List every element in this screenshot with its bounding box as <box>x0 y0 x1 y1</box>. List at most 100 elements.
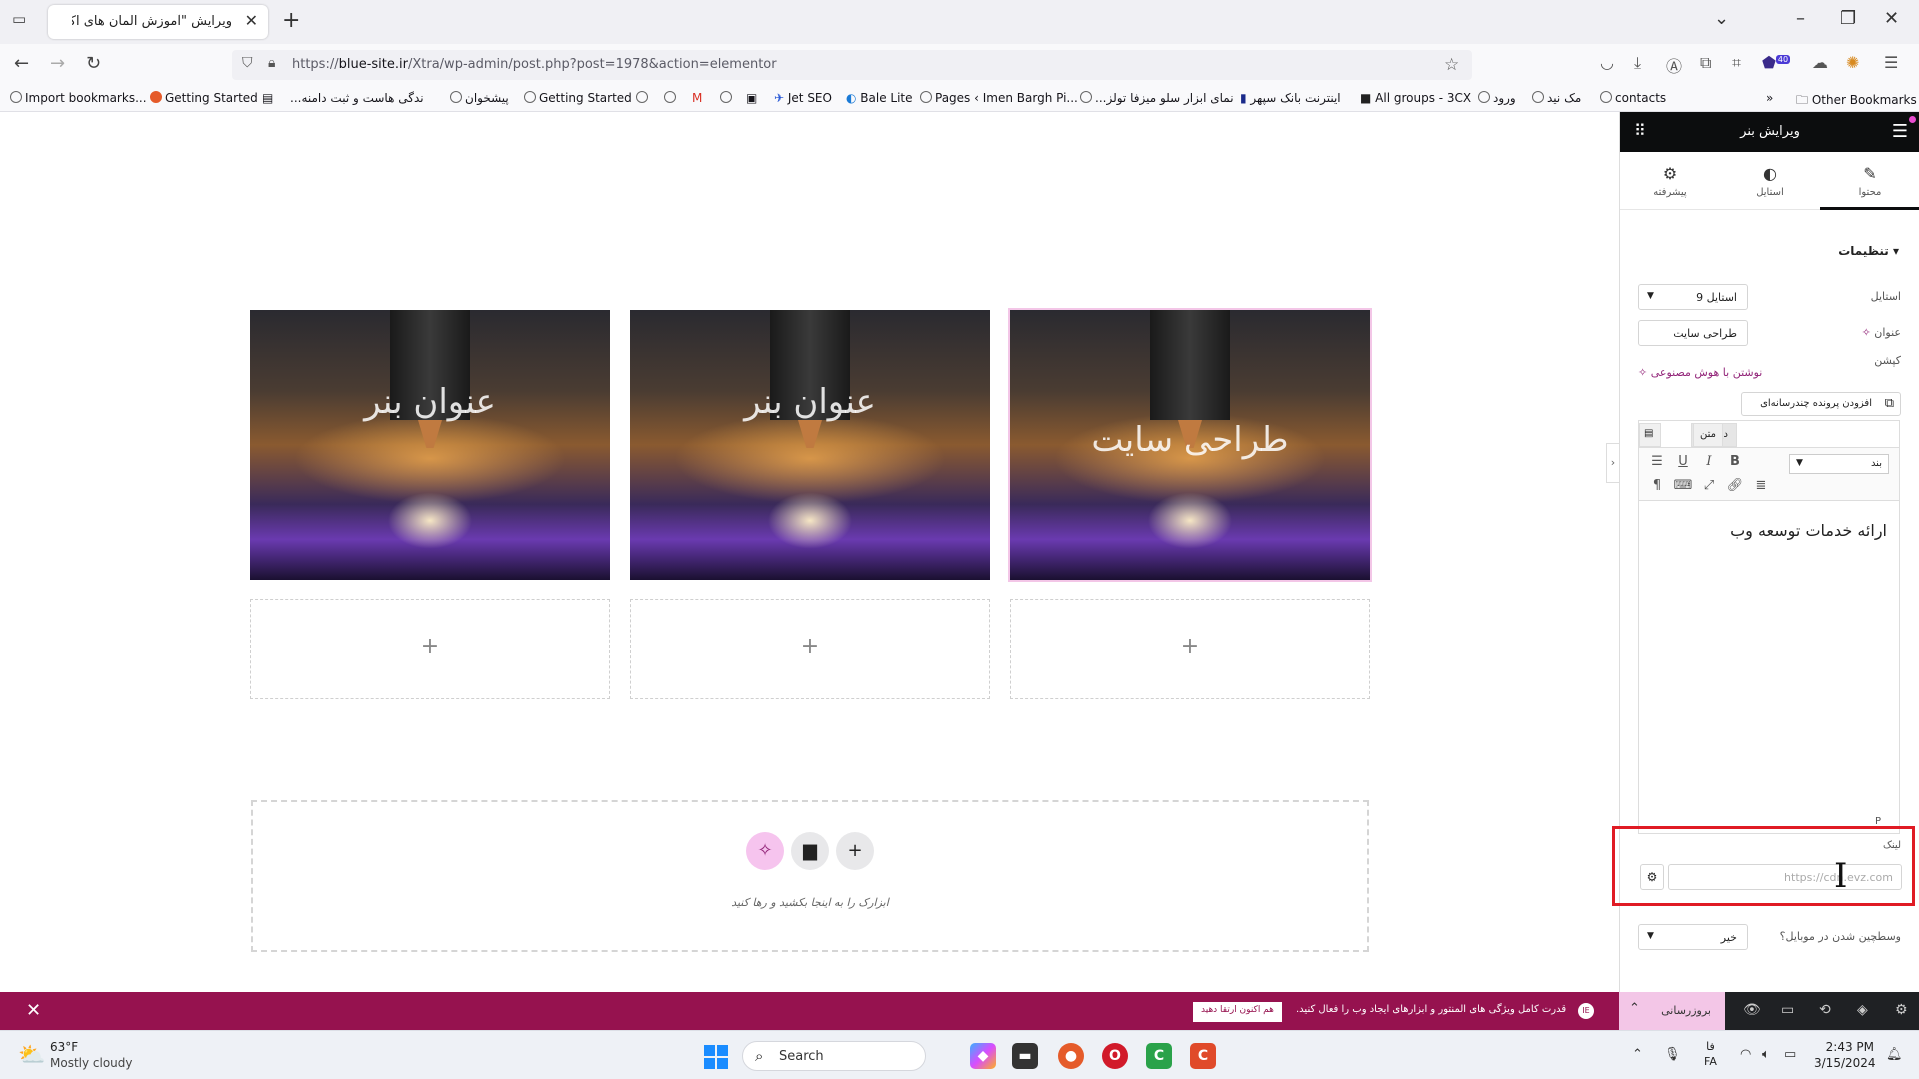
file-manager-icon[interactable]: ▬ <box>1012 1043 1038 1069</box>
firefox-icon[interactable]: ● <box>1058 1043 1084 1069</box>
globe-icon[interactable] <box>720 91 735 105</box>
bookmark-item[interactable]: ✈ Jet SEO <box>774 91 832 105</box>
tab-list-icon[interactable]: ▭ <box>12 10 30 28</box>
numbered-list-icon[interactable]: ≣ <box>1751 478 1771 493</box>
bullet-list-icon[interactable]: ☰ <box>1647 454 1667 469</box>
template-folder-button[interactable]: ▆ <box>791 832 829 870</box>
collapse-panel-toggle[interactable]: › <box>1606 443 1620 483</box>
style-select[interactable]: استایل 9 ▼ <box>1638 284 1748 310</box>
gmail-icon[interactable]: M <box>692 91 702 105</box>
bold-icon[interactable]: B <box>1725 454 1745 469</box>
browser-tab-active[interactable]: ویرایش "آموزش المان های اکسترا – ... ✕ <box>48 5 268 39</box>
gear-icon[interactable]: ⚙ <box>1895 1002 1908 1018</box>
camtasia-green-icon[interactable]: C <box>1146 1043 1172 1069</box>
notification-bell-icon[interactable]: 🔔︎ <box>1886 1047 1903 1062</box>
chevron-double-right-icon[interactable]: » <box>1766 91 1773 105</box>
history-icon[interactable]: ⟲ <box>1819 1002 1831 1018</box>
reload-icon[interactable]: ↻ <box>86 53 101 74</box>
cookie-icon[interactable]: ✺ <box>1846 53 1859 72</box>
bookmark-item[interactable]: ورود <box>1478 91 1516 105</box>
add-widget-box[interactable]: + <box>250 599 610 699</box>
paragraph-format-select[interactable]: بند ▼ <box>1789 454 1889 474</box>
globe-icon[interactable] <box>636 91 651 105</box>
tab-content[interactable]: ✎ محتوا <box>1820 152 1919 210</box>
chevron-up-icon[interactable]: ⌃ <box>1629 1001 1640 1016</box>
clock[interactable]: 2:43 PM 3/15/2024 <box>1814 1039 1876 1071</box>
banner-card[interactable]: عنوان بنر <box>630 310 990 580</box>
account-icon[interactable]: Ⓐ <box>1666 53 1682 77</box>
weather-cloud-icon[interactable]: ⛅ <box>18 1043 45 1068</box>
bookmark-item[interactable]: Getting Started <box>524 91 632 105</box>
bookmark-item[interactable]: ■ All groups - 3CX <box>1360 91 1471 105</box>
vpn-icon[interactable]: ☁ <box>1812 53 1828 72</box>
update-button[interactable]: بروزرسانی ⌃ <box>1619 992 1725 1030</box>
add-widget-box[interactable]: + <box>630 599 990 699</box>
hamburger-menu-icon[interactable]: ☰ <box>1884 53 1898 72</box>
banner-card[interactable]: عنوان بنر <box>250 310 610 580</box>
bookmark-square-icon[interactable]: ▣ <box>746 91 757 105</box>
responsive-icon[interactable]: ▭ <box>1781 1002 1794 1018</box>
bookmark-item[interactable]: Import bookmarks... <box>10 91 147 105</box>
title-input[interactable]: طراحی سایت <box>1638 320 1748 346</box>
minimize-icon[interactable]: – <box>1796 8 1805 29</box>
star-icon[interactable]: ☆ <box>1444 55 1459 75</box>
battery-icon[interactable]: ▭ <box>1784 1047 1796 1062</box>
tab-text[interactable]: متن <box>1693 423 1723 447</box>
copilot-icon[interactable]: ◆ <box>970 1043 996 1069</box>
microphone-icon[interactable]: 🎙︎ <box>1664 1047 1681 1062</box>
windows-start-icon[interactable] <box>704 1045 728 1069</box>
pocket-icon[interactable]: ◡ <box>1600 53 1614 72</box>
ai-sparkle-button[interactable]: ✧ <box>746 832 784 870</box>
bookmark-item[interactable]: Pages ‹ Imen Bargh Pi... <box>920 91 1078 105</box>
add-widget-box[interactable]: + <box>1010 599 1370 699</box>
keyboard-icon[interactable]: ⌨ <box>1673 478 1693 493</box>
italic-icon[interactable]: I <box>1699 454 1719 469</box>
address-bar[interactable]: ⛉ 🔒︎ https://blue-site.ir/Xtra/wp-admin/… <box>232 50 1472 80</box>
extensions-icon[interactable]: ⧉ <box>1700 53 1711 73</box>
bookmark-item[interactable]: ...ندگی هاست و ثبت دامنه <box>290 91 424 105</box>
banner-card-selected[interactable]: طراحی سایت <box>1008 308 1372 582</box>
tab-advanced[interactable]: ⚙ پیشرفته <box>1620 152 1720 210</box>
hamburger-menu-icon[interactable]: ☰ <box>1892 121 1908 142</box>
close-icon[interactable]: ✕ <box>245 11 258 30</box>
paragraph-rtl-icon[interactable]: ¶ <box>1647 478 1667 493</box>
underline-icon[interactable]: U <box>1673 454 1693 469</box>
url-text[interactable]: https://blue-site.ir/Xtra/wp-admin/post.… <box>292 57 777 72</box>
volume-icon[interactable]: 🔈︎ <box>1762 1047 1770 1062</box>
upgrade-now-button[interactable]: هم اکنون ارتقا دهید <box>1193 1002 1282 1022</box>
eye-icon[interactable]: 👁︎ <box>1743 1002 1761 1018</box>
editor-content[interactable]: ارائه خدمات توسعه وب <box>1730 521 1887 540</box>
bookmark-folder-icon[interactable]: ▤ <box>262 91 273 105</box>
bookmark-item[interactable]: ◐ Bale Lite <box>846 91 913 105</box>
bookmark-item[interactable]: contacts <box>1600 91 1666 105</box>
chevron-down-icon[interactable]: ⌄ <box>1714 8 1729 29</box>
add-media-button[interactable]: ⧉ افزودن پرونده چندرسانه‌ای <box>1741 392 1901 416</box>
extension-badge-icon[interactable]: ⬟ 40 <box>1762 53 1791 72</box>
chevron-up-icon[interactable]: ⌃ <box>1632 1047 1643 1062</box>
taskbar-search[interactable]: ⌕ Search <box>742 1041 926 1071</box>
language-indicator[interactable]: فا FA <box>1704 1039 1717 1069</box>
bookmark-item[interactable]: Getting Started <box>150 91 258 105</box>
bookmark-item[interactable]: ▮ اینترنت بانک سپهر <box>1240 91 1341 105</box>
mobile-center-select[interactable]: خیر ▼ <box>1638 924 1748 950</box>
weather-desc[interactable]: Mostly cloudy <box>50 1056 133 1070</box>
wysiwyg-editor[interactable]: دیداری متن ▤ بند ▼ B I U ☰ ≣ 🔗︎ ⤢ ⌨ ¶ ار… <box>1638 420 1900 834</box>
bookmark-item[interactable]: ...نمای ابزار سلو میزفا تولز <box>1080 91 1234 105</box>
ai-write-button[interactable]: نوشتن با هوش مصنوعی ✧ <box>1638 366 1762 379</box>
settings-section-toggle[interactable]: ▾ تنظیمات <box>1838 244 1899 258</box>
camtasia-red-icon[interactable]: C <box>1190 1043 1216 1069</box>
download-icon[interactable]: ⤓ <box>1634 53 1641 73</box>
opera-icon[interactable]: O <box>1102 1043 1128 1069</box>
bookmark-item[interactable]: پیشخوان <box>450 91 509 105</box>
back-arrow-icon[interactable]: ← <box>14 53 29 74</box>
weather-temp[interactable]: 63°F <box>50 1040 78 1054</box>
restore-icon[interactable]: ❐ <box>1840 8 1856 29</box>
forward-arrow-icon[interactable]: → <box>50 53 65 74</box>
tab-style[interactable]: ◐ استایل <box>1720 152 1820 210</box>
globe-icon[interactable] <box>664 91 679 105</box>
lock-icon[interactable]: 🔒︎ <box>268 55 275 71</box>
link-icon[interactable]: 🔗︎ <box>1725 478 1745 493</box>
new-tab-icon[interactable]: + <box>282 8 300 33</box>
close-icon[interactable]: ✕ <box>26 1000 41 1021</box>
add-section-button[interactable]: + <box>836 832 874 870</box>
